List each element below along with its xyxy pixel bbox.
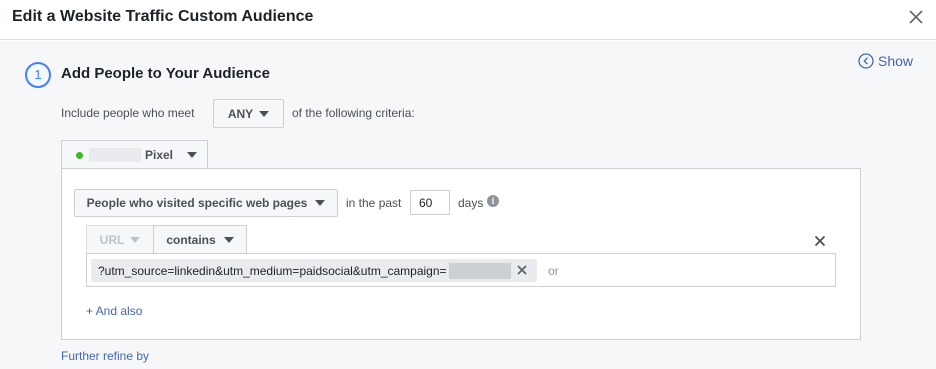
chevron-left-circle-icon: [858, 53, 874, 69]
dialog: Edit a Website Traffic Custom Audience 1…: [0, 0, 936, 369]
url-token: ?utm_source=linkedin&utm_medium=paidsoci…: [91, 259, 537, 282]
show-link[interactable]: Show: [858, 53, 913, 69]
caret-down-icon: [259, 110, 270, 117]
further-refine-link[interactable]: Further refine by: [61, 349, 149, 363]
event-label: People who visited specific web pages: [86, 196, 308, 210]
criteria-prefix: Include people who meet: [61, 106, 195, 120]
pixel-label: Pixel: [145, 148, 174, 162]
days-input[interactable]: [410, 190, 450, 215]
dialog-header: Edit a Website Traffic Custom Audience: [0, 0, 936, 40]
field-label: URL: [99, 232, 125, 247]
caret-down-icon: [187, 152, 198, 158]
show-label: Show: [878, 53, 914, 69]
criteria-suffix: of the following criteria:: [292, 106, 415, 120]
operator-label: contains: [166, 232, 216, 247]
status-dot-icon: [76, 151, 83, 159]
and-also-link[interactable]: + And also: [86, 304, 142, 318]
caret-down-icon: [315, 200, 326, 206]
event-dropdown[interactable]: People who visited specific web pages: [74, 189, 338, 217]
dialog-title: Edit a Website Traffic Custom Audience: [12, 8, 314, 25]
in-the-past-label: in the past: [346, 196, 402, 210]
match-any-label: ANY: [227, 106, 254, 121]
url-token-text: ?utm_source=linkedin&utm_medium=paidsoci…: [98, 263, 447, 278]
close-icon[interactable]: [906, 7, 926, 27]
remove-token-icon[interactable]: [514, 262, 530, 278]
caret-down-icon: [223, 236, 234, 243]
redacted-pixel-name: [89, 148, 141, 162]
info-icon[interactable]: i: [487, 195, 499, 207]
step-number: 1: [25, 62, 51, 88]
days-label: days: [458, 196, 484, 210]
pixel-selector[interactable]: Pixel: [61, 140, 208, 169]
remove-rule-icon[interactable]: [812, 233, 828, 249]
operator-dropdown[interactable]: contains: [153, 225, 247, 253]
or-label: or: [548, 264, 559, 278]
match-any-dropdown[interactable]: ANY: [213, 99, 284, 128]
field-dropdown: URL: [86, 225, 154, 253]
redacted-campaign: [448, 262, 511, 279]
section-title: Add People to Your Audience: [61, 65, 270, 82]
caret-down-icon: [130, 236, 141, 243]
